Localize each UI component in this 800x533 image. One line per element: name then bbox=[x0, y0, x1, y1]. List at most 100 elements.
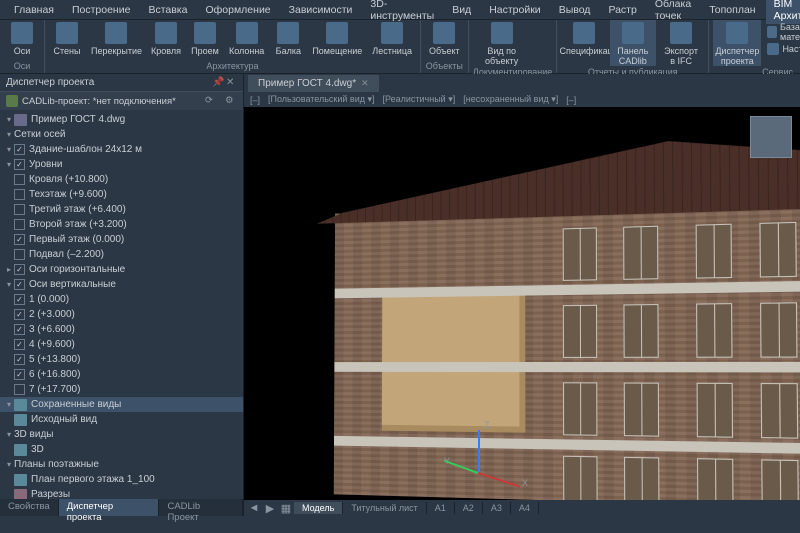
ribbon-button[interactable]: Проем bbox=[187, 20, 223, 56]
layout-nav[interactable]: ◄ bbox=[246, 502, 262, 514]
checkbox[interactable] bbox=[14, 264, 25, 275]
ribbon-button[interactable]: Стены bbox=[49, 20, 85, 56]
tree-node[interactable]: Третий этаж (+6.400) bbox=[0, 202, 243, 217]
menu-item[interactable]: Зависимости bbox=[281, 2, 361, 18]
view-minus[interactable]: [–] bbox=[250, 95, 260, 105]
menu-item[interactable]: Вставка bbox=[140, 2, 195, 18]
expand-icon[interactable] bbox=[4, 400, 14, 409]
tree-node[interactable]: Исходный вид bbox=[0, 412, 243, 427]
checkbox[interactable] bbox=[14, 279, 25, 290]
pin-icon[interactable]: 📌 bbox=[212, 77, 223, 88]
ribbon-button[interactable]: Кровля bbox=[147, 20, 185, 56]
checkbox[interactable] bbox=[14, 339, 25, 350]
menu-item[interactable]: Вид bbox=[444, 2, 479, 18]
sidebar-tab[interactable]: Диспетчер проекта bbox=[59, 499, 160, 516]
layout-nav[interactable]: ▦ bbox=[278, 502, 294, 515]
ribbon-button[interactable]: Лестница bbox=[368, 20, 416, 56]
view-dropdown[interactable]: [Реалистичный ▾] bbox=[383, 94, 456, 105]
layout-tab[interactable]: Модель bbox=[294, 502, 343, 514]
view-dropdown[interactable]: [несохраненный вид ▾] bbox=[463, 94, 558, 105]
menu-item[interactable]: Настройки bbox=[481, 2, 549, 18]
gear-icon[interactable]: ⚙ bbox=[225, 95, 237, 107]
checkbox[interactable] bbox=[14, 384, 25, 395]
checkbox[interactable] bbox=[14, 324, 25, 335]
expand-icon[interactable] bbox=[4, 145, 14, 154]
tree-node[interactable]: 3D виды bbox=[0, 427, 243, 442]
expand-icon[interactable] bbox=[4, 460, 14, 469]
ribbon-button[interactable]: Вид по объекту bbox=[473, 20, 531, 66]
refresh-icon[interactable]: ⟳ bbox=[205, 95, 217, 107]
tree-node[interactable]: Кровля (+10.800) bbox=[0, 172, 243, 187]
tree-node[interactable]: 1 (0.000) bbox=[0, 292, 243, 307]
menu-item[interactable]: Главная bbox=[6, 2, 62, 18]
tree-node[interactable]: 7 (+17.700) bbox=[0, 382, 243, 397]
tree-node[interactable]: Техэтаж (+9.600) bbox=[0, 187, 243, 202]
sidebar-tab[interactable]: CADLib Проект bbox=[159, 499, 243, 516]
ribbon-small-button[interactable]: Настройки... bbox=[767, 43, 800, 55]
layout-tab[interactable]: A3 bbox=[483, 502, 511, 514]
checkbox[interactable] bbox=[14, 249, 25, 260]
project-icon[interactable] bbox=[6, 95, 18, 107]
ribbon-button[interactable]: Объект bbox=[425, 20, 464, 56]
tree-node[interactable]: Сохраненные виды bbox=[0, 397, 243, 412]
tree-node[interactable]: Оси вертикальные bbox=[0, 277, 243, 292]
tree-node[interactable]: Второй этаж (+3.200) bbox=[0, 217, 243, 232]
expand-icon[interactable] bbox=[4, 280, 14, 289]
tree-node[interactable]: 4 (+9.600) bbox=[0, 337, 243, 352]
checkbox[interactable] bbox=[14, 234, 25, 245]
checkbox[interactable] bbox=[14, 144, 25, 155]
project-tree[interactable]: Пример ГОСТ 4.dwgСетки осейЗдание-шаблон… bbox=[0, 110, 243, 499]
checkbox[interactable] bbox=[14, 189, 25, 200]
view-dropdown[interactable]: [Пользовательский вид ▾] bbox=[268, 94, 374, 105]
tree-node[interactable]: План первого этажа 1_100 bbox=[0, 472, 243, 487]
menu-item[interactable]: Построение bbox=[64, 2, 138, 18]
ribbon-button[interactable]: Колонна bbox=[225, 20, 268, 56]
menu-item[interactable]: Растр bbox=[600, 2, 644, 18]
tree-node[interactable]: Разрезы bbox=[0, 487, 243, 499]
checkbox[interactable] bbox=[14, 354, 25, 365]
close-tab-icon[interactable]: ✕ bbox=[361, 78, 369, 89]
tree-node[interactable]: Пример ГОСТ 4.dwg bbox=[0, 112, 243, 127]
ribbon-button[interactable]: Перекрытие bbox=[87, 20, 145, 56]
ribbon-button[interactable]: Экспорт в IFC bbox=[658, 20, 704, 66]
menu-item[interactable]: Оформление bbox=[197, 2, 278, 18]
ribbon-button[interactable]: Балка bbox=[270, 20, 306, 56]
tree-node[interactable]: Первый этаж (0.000) bbox=[0, 232, 243, 247]
expand-icon[interactable] bbox=[4, 130, 14, 139]
ribbon-small-button[interactable]: База материалов bbox=[767, 22, 800, 42]
tree-node[interactable]: 6 (+16.800) bbox=[0, 367, 243, 382]
checkbox[interactable] bbox=[14, 294, 25, 305]
expand-icon[interactable] bbox=[4, 160, 14, 169]
tree-node[interactable]: 5 (+13.800) bbox=[0, 352, 243, 367]
ribbon-button[interactable]: Панель CADlib bbox=[610, 20, 656, 66]
layout-tab[interactable]: A4 bbox=[511, 502, 539, 514]
menu-item[interactable]: Топоплан bbox=[701, 2, 763, 18]
layout-tab[interactable]: A2 bbox=[455, 502, 483, 514]
model-canvas[interactable]: Z X Y bbox=[244, 108, 800, 500]
layout-tab[interactable]: Титульный лист bbox=[343, 502, 426, 514]
close-icon[interactable]: ✕ bbox=[226, 77, 237, 88]
ribbon-button[interactable]: Оси bbox=[4, 20, 40, 56]
view-cube[interactable] bbox=[750, 116, 792, 158]
tree-node[interactable]: 2 (+3.000) bbox=[0, 307, 243, 322]
tree-node[interactable]: Уровни bbox=[0, 157, 243, 172]
expand-icon[interactable] bbox=[4, 265, 14, 274]
view-minus[interactable]: [–] bbox=[566, 95, 576, 105]
tree-node[interactable]: Здание-шаблон 24x12 м bbox=[0, 142, 243, 157]
checkbox[interactable] bbox=[14, 204, 25, 215]
layout-nav[interactable]: ▶ bbox=[262, 502, 278, 515]
tree-node[interactable]: Сетки осей bbox=[0, 127, 243, 142]
checkbox[interactable] bbox=[14, 369, 25, 380]
tree-node[interactable]: 3 (+6.600) bbox=[0, 322, 243, 337]
tree-node[interactable]: Подвал (–2.200) bbox=[0, 247, 243, 262]
tree-node[interactable]: Планы поэтажные bbox=[0, 457, 243, 472]
ribbon-button[interactable]: Диспетчер проекта bbox=[713, 20, 761, 66]
checkbox[interactable] bbox=[14, 219, 25, 230]
checkbox[interactable] bbox=[14, 174, 25, 185]
layout-tab[interactable]: A1 bbox=[427, 502, 455, 514]
sidebar-tab[interactable]: Свойства bbox=[0, 499, 59, 516]
axis-gizmo[interactable]: Z X Y bbox=[444, 420, 514, 490]
tree-node[interactable]: 3D bbox=[0, 442, 243, 457]
ribbon-button[interactable]: Помещение bbox=[308, 20, 366, 56]
ribbon-button[interactable]: Спецификации bbox=[561, 20, 607, 56]
